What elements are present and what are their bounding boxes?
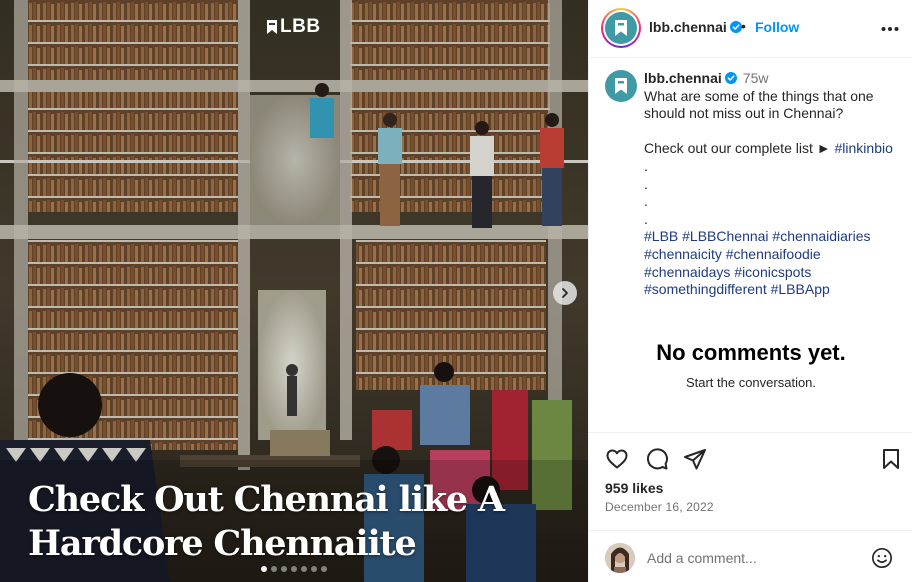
hashtag-line[interactable]: #LBB #LBBChennai #chennaidiaries [644,228,906,246]
lbb-avatar-icon [615,20,627,36]
emoji-button[interactable] [871,547,893,569]
caption-username[interactable]: lbb.chennai [644,70,722,86]
lbb-mark-icon [267,20,277,34]
caption-cta-text: Check out our complete list ► [644,140,835,157]
caption-header: lbb.chennai 75w [644,70,906,88]
hashtag-line[interactable]: #somethingdifferent #LBBApp [644,281,906,299]
caption-dot: . [644,193,648,210]
author-avatar[interactable] [601,8,641,48]
carousel-next-button[interactable] [553,281,577,305]
carousel-dot [311,566,317,572]
verified-icon [724,72,737,84]
post-header: lbb.chennai • Follow [589,0,912,58]
overlay-title-line-2: Hardcore Chennaiite [28,523,417,564]
overlay-title-line-1: Check Out Chennai like A [28,479,505,520]
post-age: 75w [742,70,769,86]
hashtag-line[interactable]: #chennaidays #iconicspots [644,264,906,282]
share-icon [684,449,706,470]
more-icon [881,27,899,31]
comment-composer [589,530,912,582]
more-options-button[interactable] [881,16,899,37]
heart-icon [606,449,628,469]
carousel-dot [261,566,267,572]
comment-icon [646,448,668,470]
user-avatar-image [605,543,635,573]
comment-input[interactable] [647,547,857,569]
no-comments-subtitle: Start the conversation. [685,375,817,390]
post-details-panel: lbb.chennai • Follow lbb.chennai 75w What… [588,0,912,582]
verified-icon [729,21,742,33]
author-username-text[interactable]: lbb.chennai [649,19,727,35]
caption-text-line: should not miss out in Chennai? [644,105,844,122]
bookmark-icon [883,449,899,469]
caption-author-avatar[interactable] [605,70,637,102]
post-actions-bar [589,432,912,470]
carousel-indicator [261,566,327,572]
header-separator: • [741,18,746,34]
caption-dot: . [644,175,648,192]
caption-body: lbb.chennai 75w What are some of the thin… [644,70,906,299]
carousel-dot [281,566,287,572]
caption-dot: . [644,157,648,174]
hashtag-link[interactable]: #linkinbio [835,140,893,156]
like-button[interactable] [605,447,631,473]
emoji-icon [872,548,892,568]
share-button[interactable] [683,447,709,473]
carousel-dot [291,566,297,572]
lbb-watermark-logo: LBB [266,16,321,38]
caption-cta-line: Check out our complete list ► #linkinbio [644,140,906,158]
follow-button[interactable]: Follow [755,19,799,35]
carousel-dot [271,566,277,572]
post-date: December 16, 2022 [605,500,714,514]
author-username[interactable]: lbb.chennai [649,19,742,35]
caption-text-line: What are some of the things that one [644,87,874,104]
no-comments-title: No comments yet. [656,340,846,365]
likes-count[interactable]: 959 likes [605,480,663,496]
chevron-right-icon [562,288,568,298]
carousel-dot [321,566,327,572]
save-button[interactable] [879,447,905,473]
current-user-avatar [605,543,635,573]
post-media[interactable]: LBB Check Out Chennai like A Hardcore Ch… [0,0,588,582]
comment-button[interactable] [645,447,671,473]
lbb-avatar-icon [615,78,627,94]
caption-dot: . [644,210,648,227]
lbb-logo-text: LBB [280,16,321,37]
post-overlay-title: Check Out Chennai like A Hardcore Chenna… [28,478,548,566]
hashtag-line[interactable]: #chennaicity #chennaifoodie [644,246,906,264]
carousel-dot [301,566,307,572]
